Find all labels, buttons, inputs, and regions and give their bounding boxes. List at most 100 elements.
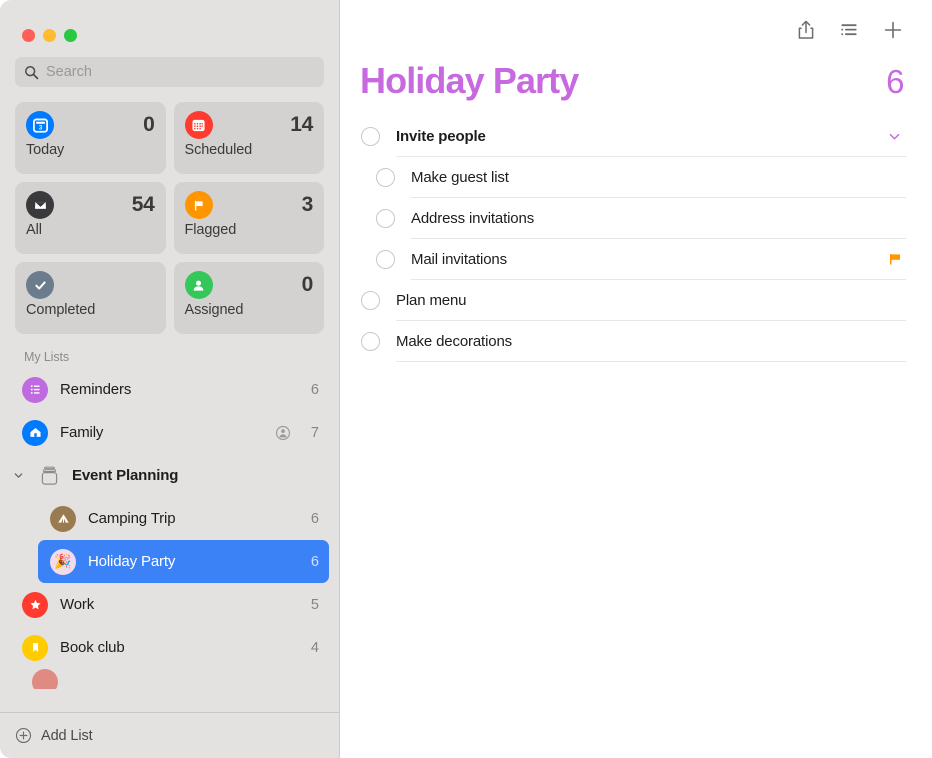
toolbar bbox=[340, 0, 932, 52]
house-icon bbox=[22, 419, 48, 446]
sidebar-item-reminders[interactable]: Reminders 6 bbox=[10, 368, 329, 411]
sidebar-item-label: Family bbox=[60, 424, 104, 441]
smart-list-assigned[interactable]: 0 Assigned bbox=[173, 262, 324, 334]
smart-list-label: Completed bbox=[26, 302, 96, 318]
reminder-checkbox[interactable] bbox=[376, 250, 395, 269]
close-button[interactable] bbox=[22, 28, 35, 42]
lists-container: Reminders 6 Family 7 Event Planning Camp… bbox=[0, 368, 339, 712]
reminder-title: Mail invitations bbox=[411, 250, 507, 268]
sidebar-item-label: Holiday Party bbox=[88, 553, 176, 570]
sidebar-item-label: Book club bbox=[60, 639, 125, 656]
smart-list-count: 3 bbox=[301, 193, 314, 216]
reminders-list: Invite people Make guest list Address in… bbox=[340, 102, 932, 362]
smart-list-label: All bbox=[26, 222, 42, 238]
smart-list-count: 14 bbox=[290, 113, 313, 136]
shared-person-icon bbox=[275, 425, 291, 441]
list-header: Holiday Party 6 bbox=[340, 52, 932, 102]
flag-icon bbox=[888, 251, 902, 267]
person-icon bbox=[184, 271, 213, 299]
sidebar-item-partial[interactable] bbox=[10, 669, 329, 689]
sidebar-item-label: Reminders bbox=[60, 381, 132, 398]
reminder-row[interactable]: Make decorations bbox=[340, 321, 932, 362]
reminder-title: Plan menu bbox=[396, 291, 467, 309]
smart-list-completed[interactable]: Completed bbox=[15, 262, 166, 334]
maximize-button[interactable] bbox=[64, 28, 77, 42]
star-icon bbox=[22, 591, 48, 618]
smart-list-label: Flagged bbox=[184, 222, 237, 238]
chevron-down-icon[interactable] bbox=[10, 470, 26, 481]
sidebar-group-event-planning[interactable]: Event Planning bbox=[10, 454, 329, 497]
smart-list-count: 54 bbox=[131, 193, 155, 216]
sidebar-item-family[interactable]: Family 7 bbox=[10, 411, 329, 454]
chevron-down-icon[interactable] bbox=[887, 129, 902, 144]
bookmark-icon bbox=[22, 634, 48, 661]
sidebar-item-count: 4 bbox=[310, 639, 319, 656]
reminder-row[interactable]: Invite people bbox=[340, 116, 932, 157]
sidebar-item-count: 7 bbox=[310, 424, 319, 441]
reminder-row[interactable]: Address invitations bbox=[340, 198, 932, 239]
reminder-row[interactable]: Plan menu bbox=[340, 280, 932, 321]
reminder-title: Make decorations bbox=[396, 332, 512, 350]
tent-icon bbox=[50, 505, 76, 532]
smart-list-label: Today bbox=[26, 142, 65, 158]
bullet-list-icon bbox=[22, 376, 48, 403]
page-title: Holiday Party bbox=[360, 60, 579, 101]
sidebar-item-label: Camping Trip bbox=[88, 510, 176, 527]
list-total-count: 6 bbox=[886, 63, 904, 100]
add-list-label: Add List bbox=[41, 727, 93, 744]
smart-list-today[interactable]: 3 0 Today bbox=[15, 102, 166, 174]
search-box[interactable] bbox=[15, 57, 324, 87]
sidebar-group-label: Event Planning bbox=[72, 467, 179, 484]
smart-list-label: Scheduled bbox=[184, 142, 253, 158]
plus-circle-icon bbox=[15, 727, 32, 744]
smart-list-scheduled[interactable]: 14 Scheduled bbox=[173, 102, 324, 174]
sidebar-item-count: 6 bbox=[310, 381, 319, 398]
list-view-icon[interactable] bbox=[838, 20, 860, 40]
reminders-window: 3 0 Today bbox=[0, 0, 932, 758]
sidebar: 3 0 Today bbox=[0, 0, 340, 758]
reminder-title: Make guest list bbox=[411, 168, 509, 186]
reminder-title: Address invitations bbox=[411, 209, 535, 227]
calendar-icon bbox=[184, 111, 213, 139]
reminder-checkbox[interactable] bbox=[376, 168, 395, 187]
smart-list-flagged[interactable]: 3 Flagged bbox=[173, 182, 324, 254]
calendar-today-icon: 3 bbox=[26, 111, 54, 139]
reminder-checkbox[interactable] bbox=[361, 291, 380, 310]
group-folder-icon bbox=[35, 463, 63, 489]
reminder-checkbox[interactable] bbox=[361, 127, 380, 146]
sidebar-item-book-club[interactable]: Book club 4 bbox=[10, 626, 329, 669]
search-container bbox=[0, 46, 339, 87]
sidebar-item-count: 6 bbox=[310, 553, 319, 570]
sidebar-item-camping-trip[interactable]: Camping Trip 6 bbox=[38, 497, 329, 540]
reminder-row[interactable]: Mail invitations bbox=[340, 239, 932, 280]
party-popper-icon: 🎉 bbox=[50, 548, 76, 575]
window-controls bbox=[0, 0, 339, 46]
reminder-checkbox[interactable] bbox=[376, 209, 395, 228]
reminder-checkbox[interactable] bbox=[361, 332, 380, 351]
group-children: Camping Trip 6 🎉 Holiday Party 6 bbox=[10, 497, 329, 583]
my-lists-header: My Lists bbox=[24, 350, 70, 364]
smart-list-label: Assigned bbox=[184, 302, 244, 318]
reminder-title: Invite people bbox=[396, 127, 486, 145]
minimize-button[interactable] bbox=[43, 28, 56, 42]
smart-list-all[interactable]: 54 All bbox=[15, 182, 166, 254]
main-panel: Holiday Party 6 Invite people Make guest… bbox=[340, 0, 932, 758]
sidebar-item-label: Work bbox=[60, 596, 95, 613]
sidebar-item-holiday-party[interactable]: 🎉 Holiday Party 6 bbox=[38, 540, 329, 583]
smart-list-count: 0 bbox=[301, 273, 314, 296]
svg-text:3: 3 bbox=[38, 125, 42, 131]
smart-lists-grid: 3 0 Today 14 Scheduled 54 All 3 Flagged … bbox=[0, 87, 339, 334]
inbox-tray-icon bbox=[26, 191, 54, 219]
search-input[interactable] bbox=[46, 64, 315, 80]
share-icon[interactable] bbox=[796, 19, 816, 41]
checkmark-icon bbox=[26, 271, 54, 299]
plus-icon[interactable] bbox=[882, 19, 904, 41]
smart-list-count: 0 bbox=[143, 113, 155, 136]
sidebar-item-count: 6 bbox=[310, 510, 319, 527]
list-icon-partial bbox=[32, 669, 58, 689]
reminder-row[interactable]: Make guest list bbox=[340, 157, 932, 198]
add-list-button[interactable]: Add List bbox=[0, 712, 339, 758]
sidebar-item-count: 5 bbox=[310, 596, 319, 613]
search-icon bbox=[24, 65, 39, 80]
sidebar-item-work[interactable]: Work 5 bbox=[10, 583, 329, 626]
